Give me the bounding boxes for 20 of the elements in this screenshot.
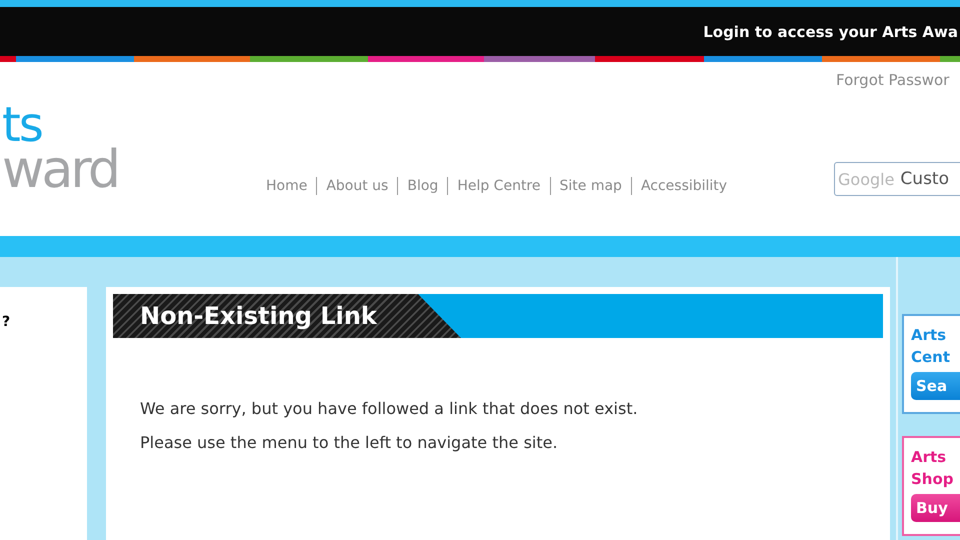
promo-heading: Arts — [911, 325, 946, 346]
message-text: We are sorry, but you have followed a link that does not exist. — [140, 398, 639, 420]
logo[interactable]: ts ward — [2, 104, 132, 194]
nav-link[interactable]: About us — [326, 178, 388, 194]
promo-button[interactable]: Buy — [911, 494, 960, 522]
nav-link[interactable]: Site map — [560, 178, 622, 194]
promo-heading: Arts — [911, 447, 946, 468]
forgot-password-link[interactable]: Forgot Passwor — [836, 71, 950, 89]
nav-link[interactable]: Blog — [407, 178, 438, 194]
side-text: ? — [2, 314, 10, 330]
search-field[interactable]: Google Custo — [834, 162, 960, 196]
nav-link[interactable]: Home — [266, 178, 308, 194]
nav-link[interactable]: Help Centre — [457, 178, 540, 194]
promo-button[interactable]: Sea — [911, 372, 960, 400]
promo-heading: Cent — [911, 347, 950, 368]
login-text[interactable]: Login to access your Arts Awa — [703, 22, 958, 40]
message-text: Please use the menu to the left to navigate the site. — [140, 432, 559, 454]
promo-heading: Shop — [911, 469, 954, 490]
nav-link[interactable]: Accessibility — [640, 178, 728, 194]
page-title: Non-Existing Link — [140, 302, 377, 330]
